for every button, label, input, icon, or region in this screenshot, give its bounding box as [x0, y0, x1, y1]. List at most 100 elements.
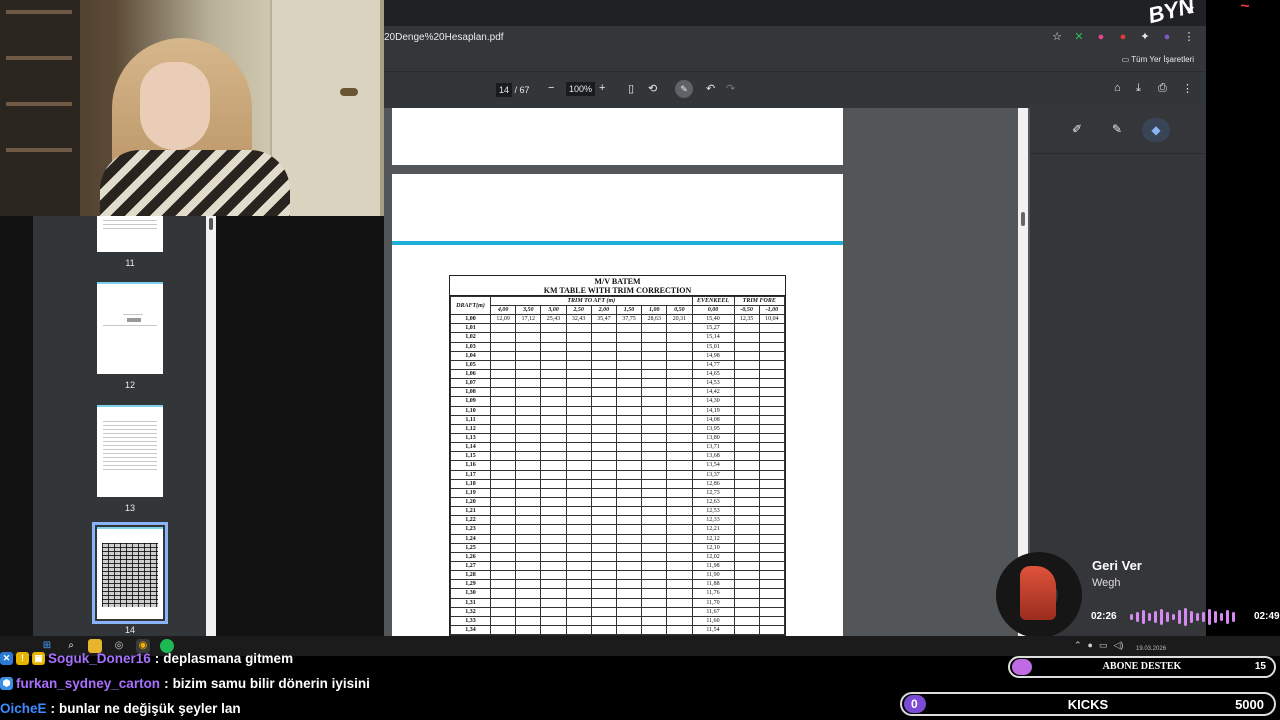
km-cell: 15,40	[691, 314, 735, 325]
page-number-input[interactable]: 14	[496, 83, 513, 97]
km-cell	[565, 588, 592, 599]
km-cell	[758, 414, 786, 425]
km-cell	[758, 478, 786, 489]
km-cell	[733, 579, 760, 590]
thumbnail-image[interactable]	[97, 405, 163, 497]
table-row: 1,14 13,71	[450, 442, 786, 453]
km-cell	[666, 515, 693, 526]
km-cell: 10,04	[758, 314, 786, 325]
thumbnail-page-selected[interactable]: 14	[92, 522, 168, 635]
km-cell	[733, 560, 760, 572]
km-cell	[666, 551, 693, 562]
km-cell	[515, 579, 542, 590]
scrollbar-handle[interactable]	[1021, 212, 1025, 226]
trim-value-header: 3,00	[540, 304, 567, 316]
km-cell	[540, 341, 567, 352]
km-cell	[540, 615, 567, 626]
extension-icon[interactable]: ●	[1116, 30, 1130, 44]
km-cell	[590, 469, 617, 480]
km-cell	[666, 368, 693, 380]
pdf-page-previous	[392, 108, 843, 165]
zoom-in-button[interactable]: +	[599, 82, 605, 94]
km-cell	[758, 451, 786, 462]
km-cell	[733, 487, 760, 498]
km-cell	[590, 414, 617, 425]
km-cell	[733, 597, 760, 608]
pen-icon[interactable]: ✎	[1112, 122, 1122, 136]
more-options-icon[interactable]: ⋮	[1182, 82, 1193, 95]
km-cell: 11,60	[691, 615, 735, 626]
km-cell	[666, 323, 693, 334]
zoom-input[interactable]: 100%	[566, 82, 596, 96]
draft-cell: 1,25	[450, 542, 491, 553]
km-cell	[590, 524, 617, 535]
browser-window: 20Denge%20Hesaplan.pdf ☆ ✕ ● ● ✦ ● ⋮ ▭ T…	[384, 0, 1206, 644]
annotation-tools: ✐ ✎ ◆	[1030, 108, 1206, 154]
chevron-up-icon[interactable]: ⌃	[1074, 640, 1082, 651]
ai-icon[interactable]: ⌂	[1114, 82, 1121, 94]
mic-icon[interactable]: ●	[1088, 640, 1093, 651]
all-bookmarks-button[interactable]: ▭ Tüm Yer İşaretleri	[1122, 55, 1194, 64]
thumbnail-image[interactable]	[97, 216, 163, 252]
draft-cell: 1,17	[450, 469, 491, 480]
thumbnail-page[interactable]: 12	[97, 282, 163, 390]
star-icon[interactable]: ☆	[1050, 30, 1064, 44]
draft-header: DRAFT(m)	[450, 295, 491, 316]
close-icon[interactable]: ✕	[1186, 4, 1195, 17]
km-cell: 14,53	[691, 378, 735, 389]
url-text[interactable]: 20Denge%20Hesaplan.pdf	[384, 32, 504, 43]
extension-icon[interactable]: ●	[1094, 30, 1108, 44]
km-cell	[565, 515, 592, 526]
km-cell	[489, 478, 517, 489]
km-cell	[641, 579, 668, 590]
kicks-goal-label: KICKS	[1067, 697, 1109, 712]
chat-username[interactable]: furkan_sydney_carton	[16, 674, 160, 694]
thumbnail-image[interactable]	[97, 282, 163, 374]
scrollbar-handle[interactable]	[209, 218, 213, 230]
thumbnail-image[interactable]	[92, 522, 168, 624]
thumbnail-sidebar[interactable]: 11 12 13 14	[33, 216, 216, 636]
download-icon[interactable]: ⤓	[1136, 82, 1141, 95]
print-icon[interactable]: ⎙	[1158, 82, 1167, 95]
thumbnail-page[interactable]: 13	[97, 405, 163, 513]
menu-kebab-icon[interactable]: ⋮	[1182, 30, 1196, 44]
km-cell: 11,90	[691, 570, 735, 581]
km-cell: 14,19	[691, 405, 735, 416]
chat-username[interactable]: Soguk_Doner16	[48, 649, 151, 669]
thumbnail-scrollbar[interactable]	[206, 216, 216, 636]
km-cell	[489, 387, 517, 398]
door-knob	[340, 88, 358, 96]
undo-icon[interactable]: ↶	[706, 82, 715, 95]
rotate-icon[interactable]: ⟲	[648, 82, 657, 95]
km-cell	[615, 414, 643, 425]
fit-page-icon[interactable]: ▯	[628, 82, 634, 95]
km-cell	[590, 551, 617, 562]
km-cell	[758, 533, 786, 544]
highlighter-icon[interactable]: ✐	[1072, 122, 1082, 136]
km-cell	[758, 332, 786, 343]
km-cell	[758, 378, 786, 389]
km-cell	[515, 469, 542, 480]
excel-extension-icon[interactable]: ✕	[1072, 30, 1086, 44]
km-cell: 12,73	[691, 487, 735, 498]
chat-username[interactable]: OicheE	[0, 699, 47, 719]
puzzle-icon[interactable]: ✦	[1138, 30, 1152, 44]
draft-cell: 1,34	[450, 624, 491, 636]
table-row: 1,12 13,95	[450, 423, 786, 434]
annotate-button[interactable]: ✎	[675, 80, 693, 98]
thumbnail-page[interactable]: 11	[97, 216, 163, 268]
pdf-viewport[interactable]: M/V BATEM KM TABLE WITH TRIM CORRECTION …	[384, 108, 1028, 644]
address-bar[interactable]: 20Denge%20Hesaplan.pdf ☆ ✕ ● ● ✦ ● ⋮	[384, 26, 1206, 50]
redo-icon[interactable]: ↷	[726, 82, 735, 95]
km-cell	[565, 560, 592, 572]
km-cell: 11,76	[691, 588, 735, 599]
network-icon[interactable]: ▭	[1099, 640, 1108, 651]
draft-cell: 1,28	[450, 570, 491, 581]
zoom-out-button[interactable]: −	[548, 82, 554, 94]
profile-avatar-icon[interactable]: ●	[1160, 30, 1174, 44]
km-cell	[540, 378, 567, 389]
km-cell	[515, 506, 542, 517]
km-cell	[733, 496, 760, 508]
volume-icon[interactable]: ◁)	[1114, 640, 1124, 651]
eraser-icon[interactable]: ◆	[1142, 118, 1170, 142]
